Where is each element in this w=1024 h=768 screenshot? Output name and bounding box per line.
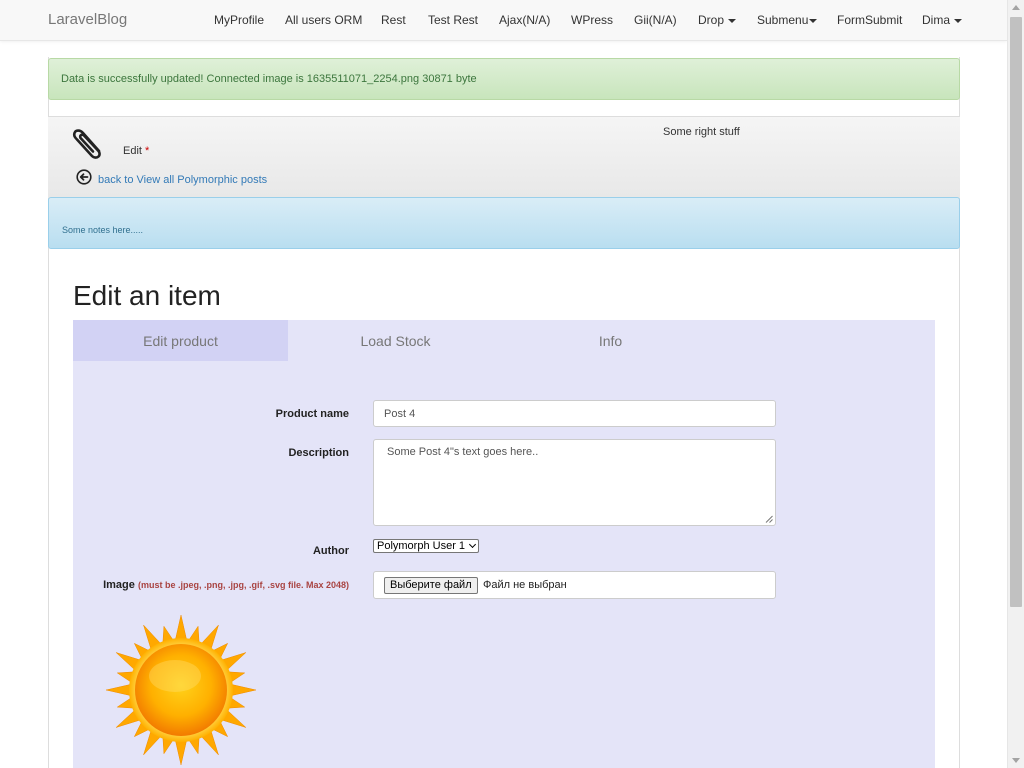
caret-down-icon <box>954 18 963 23</box>
paperclip-icon <box>72 129 101 159</box>
tab-edit-product[interactable]: Edit product <box>73 320 288 361</box>
required-mark: * <box>144 145 150 157</box>
nav-item-test-rest[interactable]: Test Rest <box>428 13 478 27</box>
nav-item-gii[interactable]: Gii(N/A) <box>634 13 677 27</box>
choose-file-button[interactable]: Выберите файл <box>384 577 478 594</box>
chevron-down-icon <box>469 540 477 549</box>
vertical-scrollbar[interactable] <box>1007 0 1024 768</box>
nav-item-rest[interactable]: Rest <box>381 13 406 27</box>
edit-label-text: Edit <box>123 145 142 157</box>
image-label-text: Image <box>103 579 135 591</box>
sun-image <box>105 614 257 766</box>
caret-down-icon <box>809 18 818 23</box>
description-textarea[interactable]: Some Post 4"s text goes here.. <box>373 439 776 526</box>
nav-item-submenu-label: Submenu <box>757 13 809 27</box>
tab-load-stock[interactable]: Load Stock <box>288 320 503 361</box>
top-navbar: LaravelBlog MyProfile All users ORM Rest… <box>0 0 1007 41</box>
nav-item-drop-label: Drop <box>698 13 725 27</box>
nav-item-submenu[interactable]: Submenu <box>757 13 818 27</box>
success-alert-text: Data is successfully updated! Connected … <box>61 73 477 85</box>
product-name-input[interactable] <box>373 400 776 427</box>
nav-item-drop[interactable]: Drop <box>698 13 737 27</box>
nav-item-myprofile[interactable]: MyProfile <box>214 13 264 27</box>
nav-item-all-users-orm[interactable]: All users ORM <box>285 13 362 27</box>
description-label: Description <box>288 447 349 459</box>
nav-item-wpress[interactable]: WPress <box>571 13 613 27</box>
nav-item-user-label: Dima <box>922 13 951 27</box>
caret-down-icon <box>728 18 737 23</box>
tab-info[interactable]: Info <box>503 320 718 361</box>
right-stuff-text: Some right stuff <box>663 126 740 138</box>
description-text: Some Post 4"s text goes here.. <box>387 446 539 458</box>
info-alert: Some notes here..... <box>48 197 960 249</box>
author-select-value: Polymorph User 1 <box>377 540 466 552</box>
info-alert-text: Some notes here..... <box>62 225 144 235</box>
nav-item-user-dima[interactable]: Dima <box>922 13 963 27</box>
file-status-text: Файл не выбран <box>483 579 567 591</box>
resize-grip-icon[interactable] <box>765 515 773 523</box>
product-name-label: Product name <box>275 408 349 420</box>
circle-arrow-left-icon[interactable] <box>76 169 92 185</box>
author-label: Author <box>312 545 349 557</box>
image-hint: (must be .jpeg, .png, .jpg, .gif, .svg f… <box>137 580 349 590</box>
nav-item-ajax[interactable]: Ajax(N/A) <box>499 13 550 27</box>
nav-menu: MyProfile All users ORM Rest Test Rest A… <box>0 0 1007 40</box>
success-alert: Data is successfully updated! Connected … <box>48 58 960 100</box>
back-to-list-link[interactable]: back to View all Polymorphic posts <box>98 174 267 186</box>
page-title: Edit an item <box>73 280 221 311</box>
image-label: Image (must be .jpeg, .png, .jpg, .gif, … <box>60 579 349 591</box>
edit-label: Edit * <box>123 145 149 157</box>
scroll-down-arrow-icon[interactable] <box>1012 758 1020 763</box>
scrollbar-thumb[interactable] <box>1010 17 1022 607</box>
author-select[interactable]: Polymorph User 1 <box>373 539 480 553</box>
scroll-up-arrow-icon[interactable] <box>1012 5 1020 10</box>
nav-item-formsubmit[interactable]: FormSubmit <box>837 13 902 27</box>
